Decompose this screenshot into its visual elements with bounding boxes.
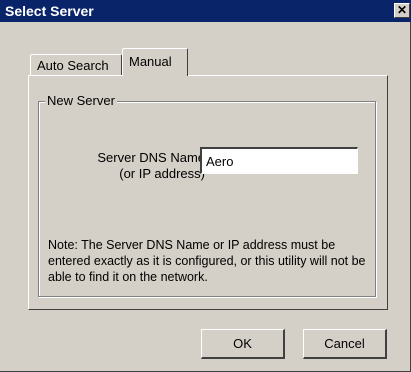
window-title: Select Server: [5, 3, 94, 19]
server-dns-name-input[interactable]: [200, 147, 358, 174]
ok-button[interactable]: OK: [201, 329, 285, 359]
manual-tab-panel: New Server Server DNS Name (or IP addres…: [28, 75, 388, 310]
new-server-groupbox: New Server Server DNS Name (or IP addres…: [38, 93, 376, 297]
label-line-2: (or IP address): [119, 166, 205, 181]
label-line-1: Server DNS Name: [97, 150, 205, 165]
note-text: Note: The Server DNS Name or IP address …: [48, 238, 366, 284]
cancel-button[interactable]: Cancel: [303, 329, 387, 359]
close-button[interactable]: ✕: [394, 3, 410, 18]
tab-manual[interactable]: Manual: [122, 48, 188, 76]
select-server-dialog: Select Server ✕ Auto Search Manual New S…: [0, 0, 411, 372]
close-icon: ✕: [396, 3, 408, 17]
title-bar[interactable]: Select Server ✕: [0, 0, 411, 22]
server-dns-name-label: Server DNS Name (or IP address): [65, 150, 205, 182]
groupbox-legend: New Server: [45, 93, 117, 108]
